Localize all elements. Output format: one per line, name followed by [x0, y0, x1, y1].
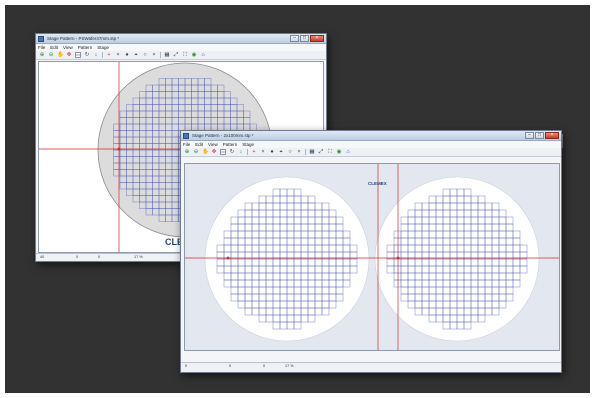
zoom-out-icon[interactable]: ⊖ [48, 52, 54, 58]
zoom-in-icon[interactable]: ⊕ [39, 52, 45, 58]
target-icon[interactable]: ⌖ [278, 149, 284, 155]
menu-file[interactable]: File [183, 141, 190, 148]
die-grid-right [386, 188, 528, 330]
desktop-background: Stage Pattern - PSWafer47mm.stp * – □ × … [5, 5, 590, 393]
target-icon[interactable]: ⌖ [133, 52, 139, 58]
app-icon [183, 133, 189, 139]
home-icon[interactable]: ⌂ [345, 149, 351, 155]
maximize-button[interactable]: □ [535, 132, 544, 139]
minimize-button[interactable]: – [525, 132, 534, 139]
ring-icon[interactable]: ○ [287, 149, 293, 155]
status-zoom: 0 [185, 364, 188, 368]
stage-pattern-window-front[interactable]: Stage Pattern - 2x100mm.stp * – □ × File… [180, 130, 562, 373]
wafer-view [185, 164, 559, 350]
pattern-canvas[interactable]: CLEMEX [184, 163, 560, 351]
minimize-button[interactable]: – [290, 35, 299, 42]
menu-file[interactable]: File [38, 44, 45, 51]
toolbar: ⊕ ⊖ ✋ ✥ ▭ ↻ ↓ + × ● ⌖ ○ × ▦ ⤢ ⛶ ◉ ⌂ [36, 51, 326, 60]
expand-icon[interactable]: ⛶ [327, 149, 333, 155]
window-title: Stage Pattern - PSWafer47mm.stp * [47, 36, 120, 41]
select-icon[interactable]: ▭ [75, 52, 81, 58]
step-icon[interactable]: ↓ [93, 52, 99, 58]
menu-pattern[interactable]: Pattern [78, 44, 93, 51]
status-y: 0 [263, 364, 266, 368]
rotate-icon[interactable]: ↻ [229, 149, 235, 155]
status-zoom: 40 [40, 255, 45, 259]
grid-icon[interactable]: ▦ [164, 52, 170, 58]
menu-edit[interactable]: Edit [195, 141, 203, 148]
toolbar-separator [160, 52, 161, 58]
window-title: Stage Pattern - 2x100mm.stp * [192, 133, 254, 138]
maximize-button[interactable]: □ [300, 35, 309, 42]
menu-bar: File Edit View Pattern Stage [181, 141, 561, 148]
status-x: 0 [76, 255, 79, 259]
status-x: 0 [229, 364, 232, 368]
move-icon[interactable]: ✥ [66, 52, 72, 58]
stage-marker-right [396, 256, 400, 260]
clear-icon[interactable]: × [296, 149, 302, 155]
app-icon [38, 36, 44, 42]
home-icon[interactable]: ⌂ [200, 52, 206, 58]
circle-icon[interactable]: ● [124, 52, 130, 58]
expand-icon[interactable]: ⛶ [182, 52, 188, 58]
grid-icon[interactable]: ▦ [309, 149, 315, 155]
menu-view[interactable]: View [208, 141, 218, 148]
status-bar: 0 0 0 17 % [181, 362, 561, 372]
toolbar-separator [305, 149, 306, 155]
close-button[interactable]: × [310, 35, 324, 42]
toolbar-separator [247, 149, 248, 155]
title-bar[interactable]: Stage Pattern - PSWafer47mm.stp * – □ × [36, 34, 326, 44]
pan-icon[interactable]: ✋ [202, 149, 209, 155]
menu-pattern[interactable]: Pattern [223, 141, 238, 148]
pan-icon[interactable]: ✋ [57, 52, 64, 58]
menu-stage[interactable]: Stage [97, 44, 109, 51]
status-y: 0 [98, 255, 101, 259]
close-button[interactable]: × [545, 132, 559, 139]
menu-edit[interactable]: Edit [50, 44, 58, 51]
title-bar[interactable]: Stage Pattern - 2x100mm.stp * – □ × [181, 131, 561, 141]
menu-view[interactable]: View [63, 44, 73, 51]
ring-icon[interactable]: ○ [142, 52, 148, 58]
add-point-icon[interactable]: + [251, 149, 257, 155]
menu-stage[interactable]: Stage [242, 141, 254, 148]
fit-icon[interactable]: ⤢ [318, 149, 324, 155]
brand-logo: CLEMEX [368, 181, 387, 186]
delete-icon[interactable]: × [260, 149, 266, 155]
circle-icon[interactable]: ● [269, 149, 275, 155]
move-icon[interactable]: ✥ [211, 149, 217, 155]
stage-marker-left [226, 256, 230, 260]
add-point-icon[interactable]: + [106, 52, 112, 58]
delete-icon[interactable]: × [115, 52, 121, 58]
stage-position-marker [117, 147, 121, 151]
status-percent: 17 % [285, 364, 294, 368]
die-grid-left [216, 188, 358, 330]
clear-icon[interactable]: × [151, 52, 157, 58]
toolbar: ⊕ ⊖ ✋ ✥ ▭ ↻ ↓ + × ● ⌖ ○ × ▦ ⤢ ⛶ ◉ ⌂ [181, 148, 561, 157]
view-icon[interactable]: ◉ [336, 149, 342, 155]
zoom-in-icon[interactable]: ⊕ [184, 149, 190, 155]
zoom-out-icon[interactable]: ⊖ [193, 149, 199, 155]
status-percent: 17 % [134, 255, 143, 259]
menu-bar: File Edit View Pattern Stage [36, 44, 326, 51]
view-icon[interactable]: ◉ [191, 52, 197, 58]
rotate-icon[interactable]: ↻ [84, 52, 90, 58]
toolbar-separator [102, 52, 103, 58]
step-icon[interactable]: ↓ [238, 149, 244, 155]
fit-icon[interactable]: ⤢ [173, 52, 179, 58]
select-icon[interactable]: ▭ [220, 149, 226, 155]
